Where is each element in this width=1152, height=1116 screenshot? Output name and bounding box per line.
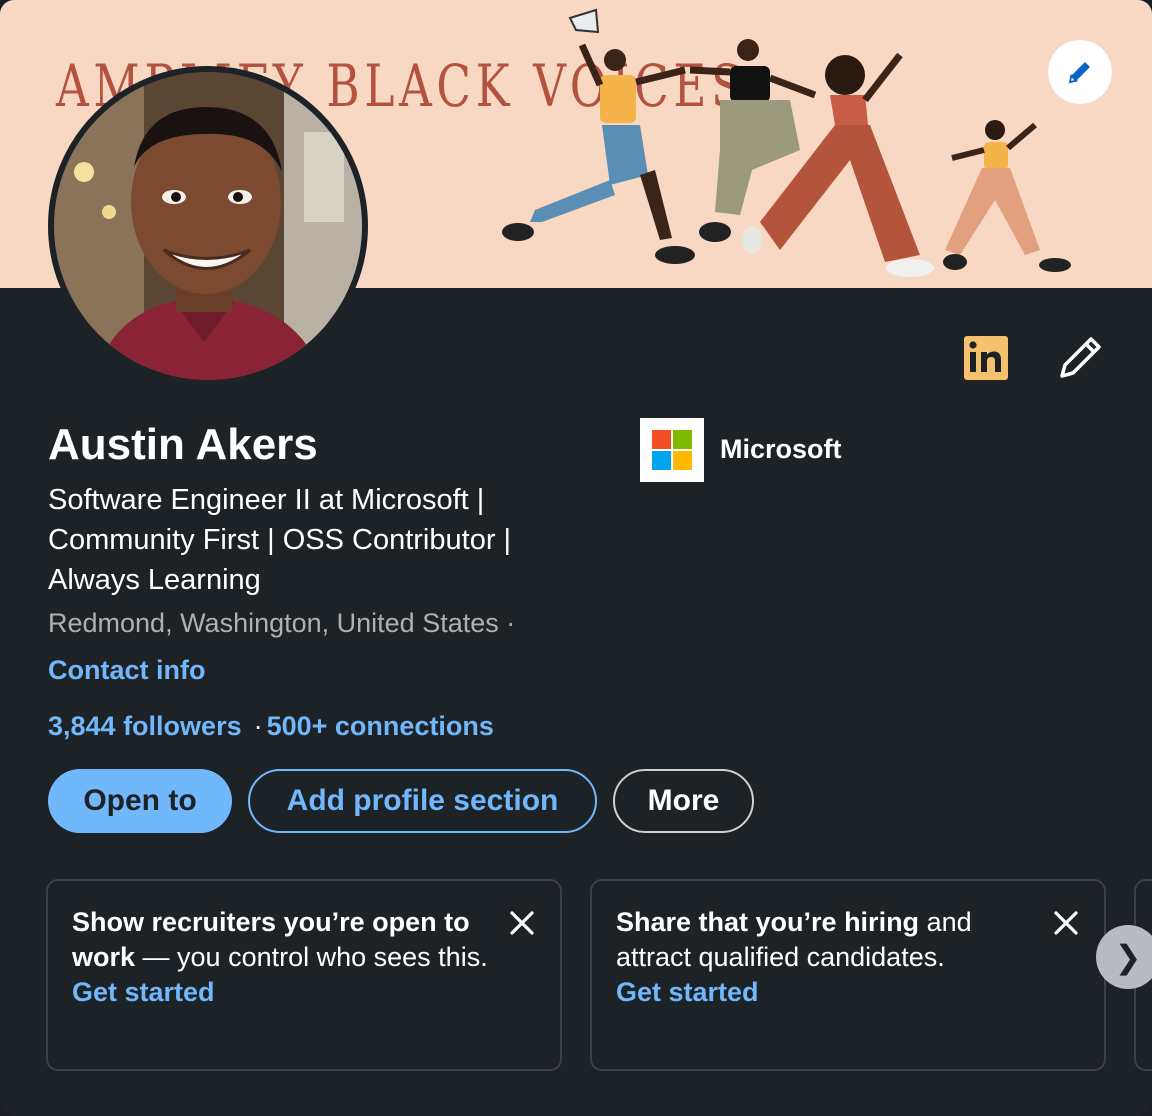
banner-illustration [502,8,1071,277]
pencil-icon [1068,62,1090,84]
contact-info-link[interactable]: Contact info [48,655,205,686]
open-to-button[interactable]: Open to [48,769,232,833]
stats-separator: · [253,711,263,741]
get-started-link[interactable]: Get started [616,975,1036,1010]
company-logo[interactable] [640,418,704,482]
chevron-right-icon: ❯ [1114,939,1142,975]
microsoft-logo-icon [652,430,692,470]
edit-banner-button[interactable] [1048,40,1112,104]
profile-card: AMPLIFY BLACK VOICES Austin Akers Softwa… [0,0,1152,1116]
profile-photo [54,72,362,380]
close-icon[interactable] [1052,909,1080,937]
profile-location: Redmond, Washington, United States · [48,608,516,638]
more-button[interactable]: More [613,769,754,833]
get-started-link[interactable]: Get started [72,975,492,1010]
suggestion-body: — you control who sees this. [135,942,488,972]
profile-headline: Software Engineer II at Microsoft | Comm… [48,484,512,596]
network-stats: 3,844 followers · 500+ connections [48,711,494,742]
linkedin-icon[interactable] [964,336,1008,380]
suggestion-text: Show recruiters you’re open to work — yo… [72,905,492,1010]
avatar[interactable] [48,66,368,386]
suggestion-bold: Share that you’re hiring [616,907,920,937]
suggestion-card-open-to-work: Show recruiters you’re open to work — yo… [46,879,562,1071]
carousel-next-button[interactable]: ❯ [1096,925,1152,989]
close-icon[interactable] [508,909,536,937]
suggestion-text: Share that you’re hiring and attract qua… [616,905,1036,1010]
add-profile-section-button[interactable]: Add profile section [248,769,597,833]
profile-name: Austin Akers [48,420,318,469]
edit-intro-pencil-icon[interactable] [1056,334,1104,382]
connections-link[interactable]: 500+ connections [267,711,494,741]
company-name[interactable]: Microsoft [720,434,842,465]
suggestion-card-hiring: Share that you’re hiring and attract qua… [590,879,1106,1071]
followers-link[interactable]: 3,844 followers [48,711,242,741]
